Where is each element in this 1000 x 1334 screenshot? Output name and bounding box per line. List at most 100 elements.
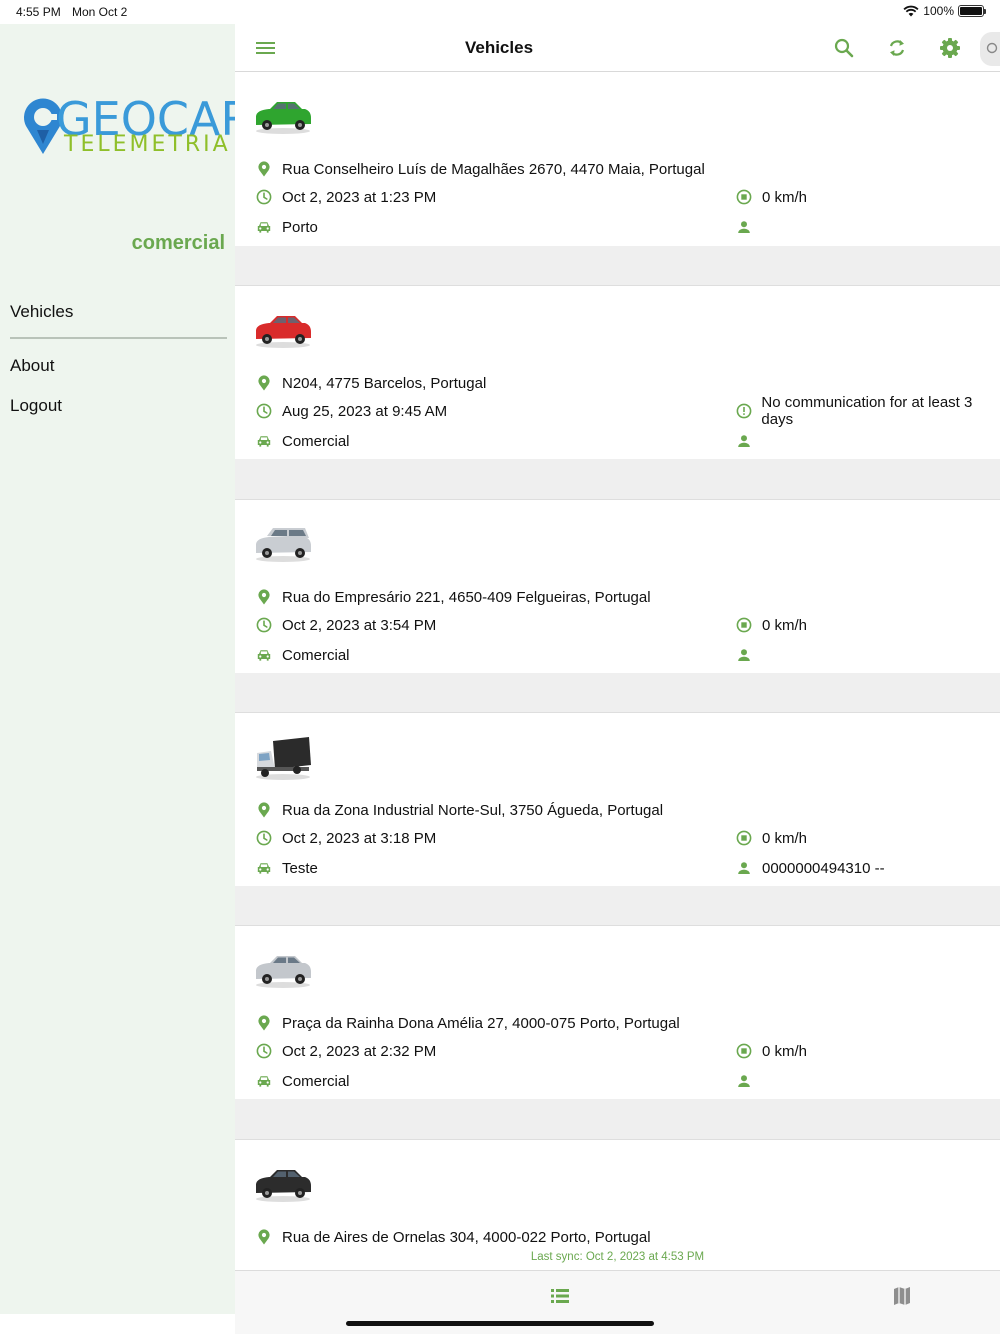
vehicle-group: Comercial — [282, 1072, 350, 1090]
vehicle-card[interactable]: Rua da Zona Industrial Norte-Sul, 3750 Á… — [235, 712, 1000, 886]
vehicle-card[interactable]: Rua Conselheiro Luís de Magalhães 2670, … — [235, 72, 1000, 246]
vehicle-group-row: Comercial — [255, 645, 350, 665]
sidebar-item-vehicles[interactable]: Vehicles — [10, 302, 73, 322]
vehicle-status-row: 0 km/h — [735, 187, 807, 207]
list-icon[interactable] — [549, 1285, 571, 1307]
vehicle-address: Praça da Rainha Dona Amélia 27, 4000-075… — [282, 1014, 680, 1032]
stopped-icon — [735, 829, 753, 847]
stopped-icon — [735, 616, 753, 634]
vehicle-group: Teste — [282, 859, 318, 877]
wifi-icon — [903, 5, 919, 17]
driver-icon — [735, 1072, 753, 1090]
location-pin-icon — [255, 1228, 273, 1246]
vehicle-status: 0 km/h — [762, 616, 808, 634]
status-bar: 4:55 PM Mon Oct 2 100% — [0, 0, 1000, 24]
status-date: Mon Oct 2 — [72, 5, 128, 19]
search-icon[interactable] — [830, 34, 858, 62]
driver-icon — [735, 432, 753, 450]
vehicle-card[interactable]: Praça da Rainha Dona Amélia 27, 4000-075… — [235, 925, 1000, 1099]
location-pin-icon — [255, 1014, 273, 1032]
navigation-header: Vehicles — [235, 24, 1000, 72]
vehicle-datetime: Aug 25, 2023 at 9:45 AM — [282, 402, 448, 420]
vehicle-datetime: Oct 2, 2023 at 2:32 PM — [282, 1042, 437, 1060]
vehicle-card[interactable]: N204, 4775 Barcelos, Portugal Aug 25, 202… — [235, 285, 1000, 459]
vehicle-datetime-row: Oct 2, 2023 at 3:18 PM — [255, 828, 436, 848]
last-sync-label: Last sync: Oct 2, 2023 at 4:53 PM — [530, 1251, 705, 1263]
vehicle-group-row: Teste — [255, 858, 318, 878]
red-car-icon — [253, 310, 313, 350]
vehicle-datetime-row: Oct 2, 2023 at 3:54 PM — [255, 615, 436, 635]
vehicle-driver-row — [735, 431, 762, 451]
car-icon — [255, 218, 273, 236]
vehicle-group-row: Porto — [255, 217, 318, 237]
clock-icon — [255, 402, 273, 420]
vehicle-card[interactable]: Rua do Empresário 221, 4650-409 Felgueir… — [235, 499, 1000, 673]
vehicle-address-row: Rua Conselheiro Luís de Magalhães 2670, … — [255, 159, 705, 179]
black-car-icon — [253, 1164, 313, 1204]
vehicle-datetime-row: Oct 2, 2023 at 1:23 PM — [255, 187, 436, 207]
vehicle-status: 0 km/h — [762, 188, 808, 206]
location-pin-icon — [255, 588, 273, 606]
vehicle-address-row: Rua de Aires de Ornelas 304, 4000-022 Po… — [255, 1227, 651, 1247]
vehicle-datetime: Oct 2, 2023 at 3:54 PM — [282, 616, 437, 634]
clock-icon — [255, 829, 273, 847]
gear-icon[interactable] — [936, 34, 964, 62]
status-indicators: 100% — [903, 4, 986, 18]
vehicle-driver-row — [735, 645, 762, 665]
battery-icon — [958, 5, 986, 17]
location-pin-icon — [255, 374, 273, 392]
vehicle-status-row: 0 km/h — [735, 1041, 807, 1061]
vehicle-group: Porto — [282, 218, 318, 236]
account-name: comercial — [131, 232, 225, 254]
vehicle-group-row: Comercial — [255, 431, 350, 451]
vehicle-datetime-row: Aug 25, 2023 at 9:45 AM — [255, 401, 447, 421]
driver-icon — [735, 859, 753, 877]
refresh-icon[interactable] — [883, 34, 911, 62]
vehicle-address: Rua Conselheiro Luís de Magalhães 2670, … — [282, 160, 705, 178]
location-pin-icon — [255, 160, 273, 178]
driver-icon — [735, 218, 753, 236]
vehicle-driver-row — [735, 1071, 762, 1091]
vehicle-status: No communication for at least 3 days — [761, 394, 973, 428]
vehicle-address: Rua de Aires de Ornelas 304, 4000-022 Po… — [282, 1228, 651, 1246]
sidebar: GEOCAR TELEMETRIA comercial Vehicles Abo… — [0, 24, 252, 1314]
clock-icon — [255, 188, 273, 206]
car-icon — [255, 859, 273, 877]
vehicle-status: 0 km/h — [762, 1042, 808, 1060]
car-icon — [255, 432, 273, 450]
vehicle-driver-row: 0000000494310 -- — [735, 858, 885, 878]
sidebar-item-about[interactable]: About — [10, 356, 54, 376]
silver-car-icon — [253, 950, 313, 990]
vehicle-status-row: 0 km/h — [735, 828, 807, 848]
vehicle-address: Rua do Empresário 221, 4650-409 Felgueir… — [282, 588, 651, 606]
alert-icon — [735, 402, 752, 420]
silver-van-icon — [253, 524, 313, 564]
vehicle-address-row: Rua da Zona Industrial Norte-Sul, 3750 Á… — [255, 800, 663, 820]
vehicle-list[interactable]: Rua Conselheiro Luís de Magalhães 2670, … — [235, 72, 1000, 1270]
map-icon[interactable] — [891, 1285, 913, 1307]
vehicle-status-row: No communication for at least 3 days — [735, 394, 1000, 428]
location-pin-icon — [255, 801, 273, 819]
vehicle-group: Comercial — [282, 646, 350, 664]
logo-subtext: TELEMETRIA — [64, 132, 231, 157]
vehicle-address-row: N204, 4775 Barcelos, Portugal — [255, 373, 486, 393]
vehicle-status: 0 km/h — [762, 829, 808, 847]
car-icon — [255, 646, 273, 664]
battery-percent: 100% — [923, 4, 954, 18]
home-indicator — [346, 1321, 654, 1326]
vehicle-driver: 0000000494310 -- — [762, 859, 885, 877]
sidebar-item-logout[interactable]: Logout — [10, 396, 62, 416]
sidebar-divider — [10, 337, 227, 339]
clock-icon — [255, 616, 273, 634]
car-icon — [255, 1072, 273, 1090]
vehicle-group: Comercial — [282, 432, 350, 450]
search-field-edge[interactable] — [980, 32, 1000, 66]
stopped-icon — [735, 188, 753, 206]
vehicle-address: N204, 4775 Barcelos, Portugal — [282, 374, 487, 392]
vehicle-datetime-row: Oct 2, 2023 at 2:32 PM — [255, 1041, 436, 1061]
vehicle-address-row: Rua do Empresário 221, 4650-409 Felgueir… — [255, 587, 651, 607]
vehicle-datetime: Oct 2, 2023 at 1:23 PM — [282, 188, 437, 206]
green-car-icon — [253, 96, 313, 136]
vehicle-datetime: Oct 2, 2023 at 3:18 PM — [282, 829, 437, 847]
vehicle-address: Rua da Zona Industrial Norte-Sul, 3750 Á… — [282, 801, 664, 819]
